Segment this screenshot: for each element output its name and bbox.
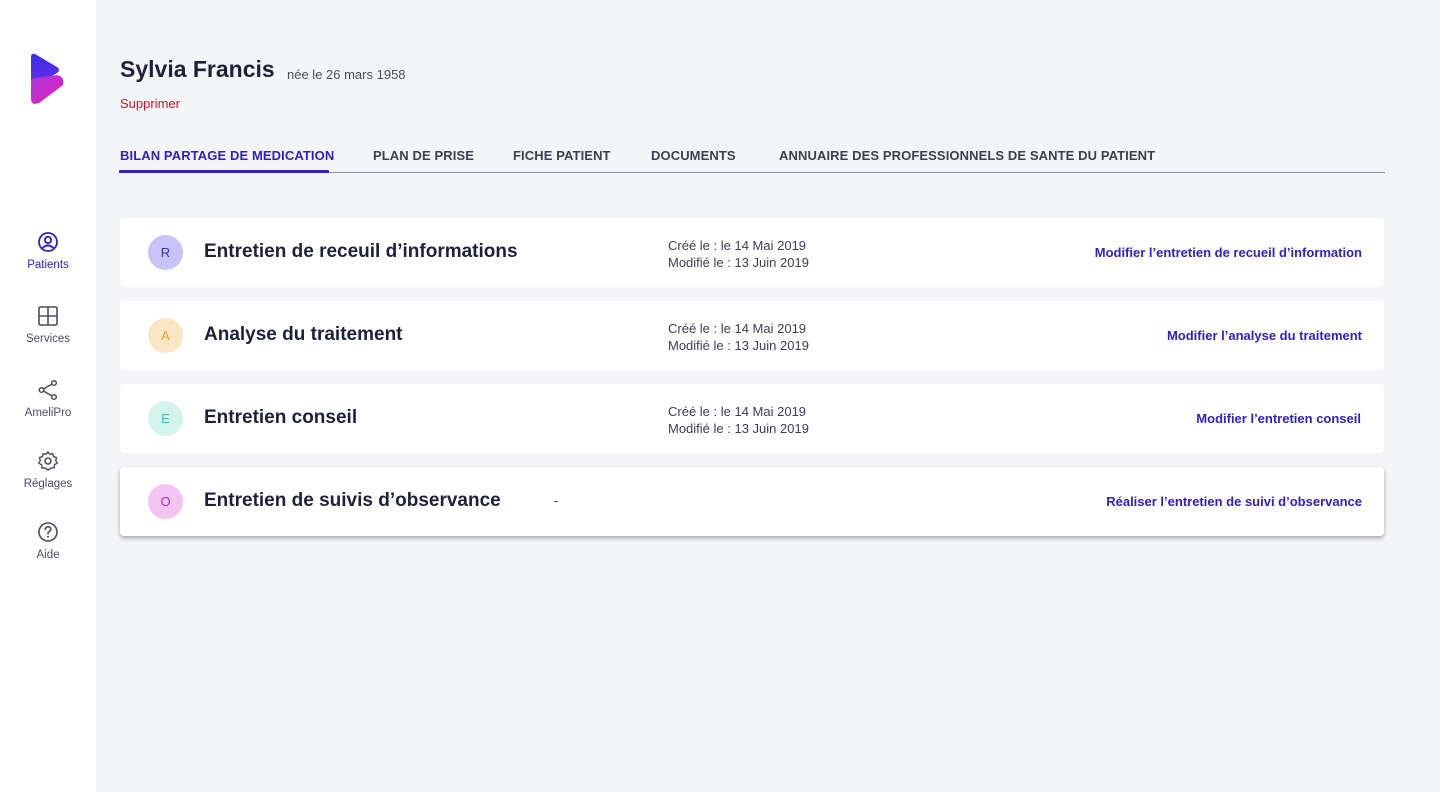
list-item: E Entretien conseil Créé le : le 14 Mai … [120, 384, 1384, 453]
created-date: Créé le : le 14 Mai 2019 [668, 321, 807, 336]
sidebar-item-patients[interactable]: Patients [0, 231, 96, 271]
modified-date: Modifié le : 13 Juin 2019 [668, 255, 809, 270]
active-tab-indicator [119, 170, 329, 173]
sidebar: Patients Services AmeliPro Réglages Aide [0, 0, 96, 792]
created-date: Créé le : le 14 Mai 2019 [668, 238, 807, 253]
list-item: A Analyse du traitement Créé le : le 14 … [120, 301, 1384, 370]
sidebar-item-label: Aide [36, 549, 60, 561]
modify-conseil-link[interactable]: Modifier l’entretien conseil [1196, 411, 1361, 426]
list-item: R Entretien de receuil d’informations Cr… [120, 218, 1384, 287]
tab-plan-de-prise[interactable]: PLAN DE PRISE [373, 148, 474, 163]
avatar: O [148, 484, 183, 519]
sidebar-item-label: AmeliPro [24, 407, 72, 419]
help-icon [38, 522, 58, 542]
avatar: E [148, 401, 183, 436]
tab-fiche-patient[interactable]: FICHE PATIENT [513, 148, 611, 163]
sidebar-item-label: Réglages [23, 478, 73, 490]
card-dates: Créé le : le 14 Mai 2019 Modifié le : 13… [668, 237, 809, 271]
share-icon [38, 379, 58, 401]
modified-date: Modifié le : 13 Juin 2019 [668, 421, 809, 436]
sidebar-item-amelipro[interactable]: AmeliPro [0, 379, 96, 419]
sidebar-item-services[interactable]: Services [0, 305, 96, 345]
card-title: Entretien de suivis d’observance [204, 490, 501, 511]
user-circle-icon [38, 232, 58, 252]
modify-recueil-link[interactable]: Modifier l’entretien de recueil d’inform… [1095, 245, 1362, 260]
gear-icon [38, 451, 58, 471]
card-title: Entretien de receuil d’informations [204, 241, 518, 262]
app-logo[interactable] [29, 53, 67, 105]
patient-name: Sylvia Francis [120, 56, 275, 82]
sidebar-item-reglages[interactable]: Réglages [0, 450, 96, 490]
tab-bar: BILAN PARTAGE DE MEDICATION PLAN DE PRIS… [119, 148, 1385, 173]
delete-patient-link[interactable]: Supprimer [120, 96, 180, 111]
tab-annuaire-professionnels[interactable]: ANNUAIRE DES PROFESSIONNELS DE SANTE DU … [779, 148, 1155, 163]
start-observance-link[interactable]: Réaliser l’entretien de suivi d’observan… [1106, 494, 1362, 509]
card-dates: Créé le : le 14 Mai 2019 Modifié le : 13… [668, 403, 809, 437]
list-item: O Entretien de suivis d’observance - Réa… [120, 467, 1384, 536]
created-date: Créé le : le 14 Mai 2019 [668, 404, 807, 419]
sidebar-item-aide[interactable]: Aide [0, 521, 96, 561]
card-dates: Créé le : le 14 Mai 2019 Modifié le : 13… [668, 320, 809, 354]
sidebar-item-label: Services [25, 333, 71, 345]
grid-icon [38, 306, 58, 326]
tab-bilan-partage-medication[interactable]: BILAN PARTAGE DE MEDICATION [120, 148, 334, 163]
avatar: A [148, 318, 183, 353]
patient-birth-date: née le 26 mars 1958 [287, 67, 406, 82]
modify-analyse-link[interactable]: Modifier l’analyse du traitement [1167, 328, 1362, 343]
tab-documents[interactable]: DOCUMENTS [651, 148, 736, 163]
card-dates-empty: - [554, 493, 559, 508]
card-title: Entretien conseil [204, 407, 358, 428]
avatar: R [148, 235, 183, 270]
modified-date: Modifié le : 13 Juin 2019 [668, 338, 809, 353]
card-title: Analyse du traitement [204, 324, 403, 345]
sidebar-item-label: Patients [27, 259, 69, 271]
